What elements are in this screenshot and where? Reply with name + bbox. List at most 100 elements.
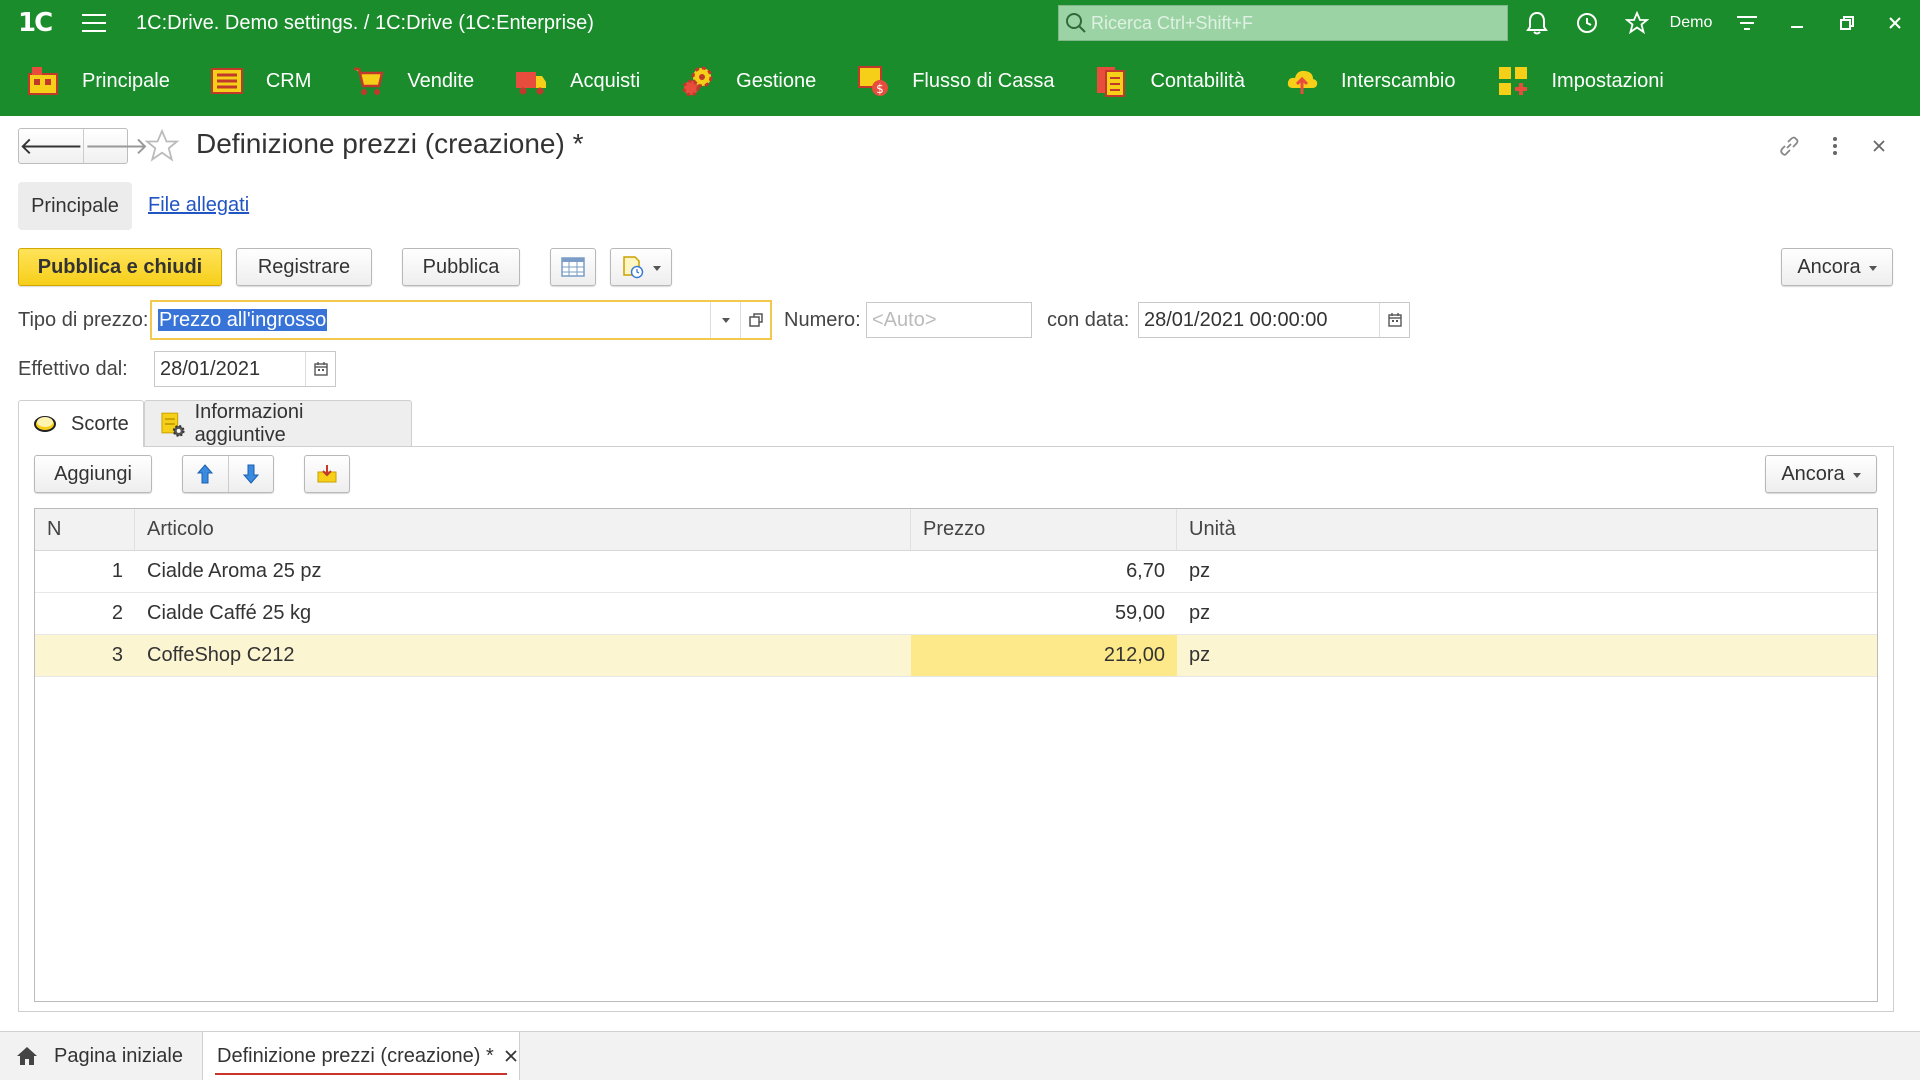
title-bar: 1C 1C:Drive. Demo settings. / 1C:Drive (… — [0, 0, 1920, 46]
section-gestione[interactable]: Gestione — [654, 46, 830, 116]
chevron-down-icon — [1852, 472, 1861, 478]
link-icon[interactable] — [1774, 128, 1804, 164]
search-icon — [1066, 13, 1086, 33]
price-type-field[interactable]: Prezzo all'ingrosso — [150, 300, 772, 340]
svg-text:$: $ — [876, 82, 884, 96]
ledger-section-icon — [1094, 64, 1128, 98]
row-price[interactable]: 6,70 — [911, 551, 1177, 592]
effective-date-input[interactable] — [155, 352, 305, 386]
tab-informazioni-aggiuntive-label: Informazioni aggiuntive — [194, 400, 304, 446]
tab-home-label: Pagina iniziale — [54, 1044, 183, 1067]
number-label: Numero: — [784, 309, 861, 331]
date-field[interactable] — [1138, 302, 1410, 338]
prices-table: N Articolo Prezzo Unità 1 Cialde Aroma 2… — [34, 508, 1878, 1002]
settings-menu-icon[interactable] — [1730, 0, 1764, 46]
save-button[interactable]: Registrare — [236, 248, 372, 286]
post-and-close-button[interactable]: Pubblica e chiudi — [18, 248, 222, 286]
search-input[interactable] — [1087, 6, 1507, 40]
main-menu-icon[interactable] — [82, 14, 106, 32]
settings-section-icon — [1496, 64, 1530, 98]
calendar-icon[interactable] — [305, 352, 335, 386]
number-field[interactable] — [866, 302, 1032, 338]
table-row[interactable]: 2 Cialde Caffé 25 kg 59,00 pz — [35, 593, 1877, 635]
row-unit[interactable]: pz — [1177, 635, 1877, 676]
section-label: Impostazioni — [1551, 69, 1664, 92]
move-down-icon[interactable] — [229, 456, 274, 492]
user-name[interactable]: Demo — [1662, 0, 1720, 46]
active-tab-underline — [215, 1073, 507, 1075]
row-unit[interactable]: pz — [1177, 593, 1877, 634]
number-input[interactable] — [867, 303, 1031, 337]
row-number: 2 — [111, 602, 123, 624]
tab-home[interactable]: Pagina iniziale — [0, 1032, 200, 1080]
section-acquisti[interactable]: Acquisti — [488, 46, 654, 116]
close-form-icon[interactable] — [1864, 128, 1894, 164]
section-contabilita[interactable]: Contabilità — [1068, 46, 1259, 116]
cart-section-icon — [351, 64, 385, 98]
row-price-current-cell[interactable]: 212,00 — [911, 635, 1177, 676]
form-title: Definizione prezzi (creazione) * — [196, 128, 584, 159]
tab-current-document[interactable]: Definizione prezzi (creazione) * — [202, 1032, 520, 1080]
close-app-icon[interactable] — [1878, 0, 1912, 46]
dropdown-icon[interactable] — [710, 302, 740, 338]
tab-scorte[interactable]: Scorte — [18, 400, 144, 447]
section-crm[interactable]: CRM — [184, 46, 326, 116]
calendar-icon[interactable] — [1379, 303, 1409, 337]
add-row-button[interactable]: Aggiungi — [34, 455, 152, 493]
section-label: Vendite — [407, 69, 475, 92]
column-header-unita[interactable]: Unità — [1177, 509, 1877, 550]
more-button-label: Ancora — [1797, 255, 1861, 278]
table-row-selected[interactable]: 3 CoffeShop C212 212,00 pz — [35, 635, 1877, 677]
column-header-articolo[interactable]: Articolo — [135, 509, 911, 550]
table-more-button[interactable]: Ancora — [1765, 455, 1877, 493]
section-interscambio[interactable]: Interscambio — [1259, 46, 1470, 116]
section-label: Gestione — [736, 69, 817, 92]
section-flusso-di-cassa[interactable]: $ Flusso di Cassa — [830, 46, 1068, 116]
effective-date-field[interactable] — [154, 351, 336, 387]
table-header: N Articolo Prezzo Unità — [35, 509, 1877, 551]
column-header-n[interactable]: N — [35, 509, 135, 550]
move-buttons — [182, 455, 274, 493]
row-number: 3 — [111, 644, 123, 666]
price-type-value[interactable]: Prezzo all'ingrosso — [158, 308, 328, 331]
tab-file-allegati[interactable]: File allegati — [148, 194, 249, 217]
forward-arrow-icon[interactable]: 🡒 — [84, 129, 148, 163]
section-principale[interactable]: Principale — [0, 46, 184, 116]
section-impostazioni[interactable]: Impostazioni — [1470, 46, 1678, 116]
section-label: Interscambio — [1341, 69, 1456, 92]
fill-button[interactable] — [304, 455, 350, 493]
navigation-buttons: 🡐 🡒 — [18, 128, 149, 164]
minimize-icon[interactable] — [1780, 0, 1814, 46]
row-item[interactable]: Cialde Aroma 25 pz — [135, 551, 911, 592]
restore-icon[interactable] — [1830, 0, 1864, 46]
truck-section-icon — [514, 64, 548, 98]
column-header-prezzo[interactable]: Prezzo — [911, 509, 1177, 550]
tab-informazioni-aggiuntive[interactable]: Informazioni aggiuntive — [144, 400, 412, 446]
open-windows-bar: Pagina iniziale Definizione prezzi (crea… — [0, 1031, 1920, 1080]
close-tab-icon[interactable] — [504, 1049, 518, 1063]
more-actions-icon[interactable] — [1820, 128, 1850, 164]
favorites-icon[interactable] — [1620, 0, 1654, 46]
tab-principale[interactable]: Principale — [18, 182, 132, 230]
create-based-on-button[interactable] — [610, 248, 672, 286]
row-item[interactable]: Cialde Caffé 25 kg — [135, 593, 911, 634]
back-arrow-icon[interactable]: 🡐 — [19, 129, 85, 163]
price-type-value-wrap: Prezzo all'ingrosso — [152, 308, 710, 332]
open-icon[interactable] — [740, 302, 770, 338]
row-price[interactable]: 59,00 — [911, 593, 1177, 634]
chevron-down-icon — [1868, 265, 1877, 271]
row-item[interactable]: CoffeShop C212 — [135, 635, 911, 676]
table-view-button[interactable] — [550, 248, 596, 286]
move-up-icon[interactable] — [183, 456, 229, 492]
section-vendite[interactable]: Vendite — [325, 46, 488, 116]
global-search[interactable] — [1058, 5, 1508, 41]
more-button[interactable]: Ancora — [1781, 248, 1893, 286]
post-button[interactable]: Pubblica — [402, 248, 520, 286]
notifications-icon[interactable] — [1520, 0, 1554, 46]
table-more-label: Ancora — [1781, 462, 1845, 485]
history-icon[interactable] — [1570, 0, 1604, 46]
date-input[interactable] — [1139, 303, 1379, 337]
row-unit[interactable]: pz — [1177, 551, 1877, 592]
table-row[interactable]: 1 Cialde Aroma 25 pz 6,70 pz — [35, 551, 1877, 593]
favorite-star-icon[interactable] — [144, 128, 180, 170]
